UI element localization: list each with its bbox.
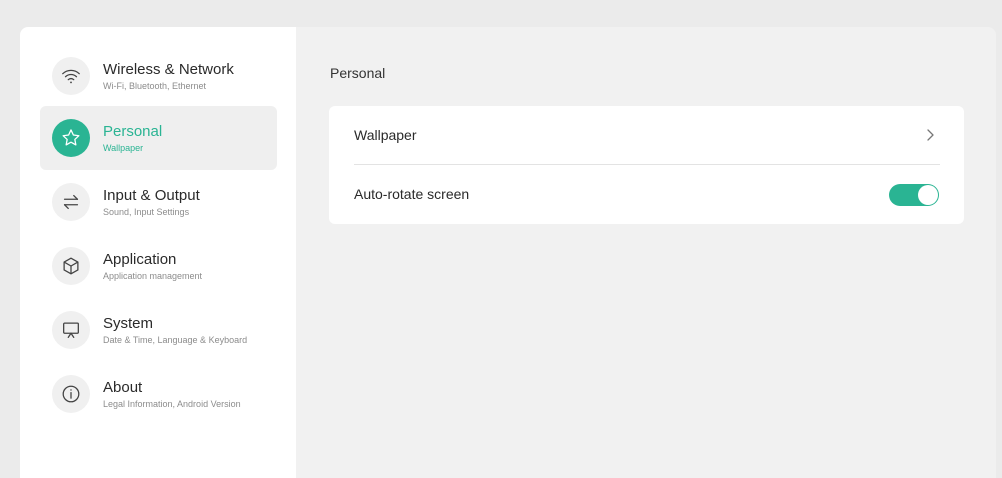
sidebar-item-subtitle: Wallpaper xyxy=(103,142,144,153)
sidebar-item-title: System xyxy=(103,314,154,332)
auto-rotate-label: Auto-rotate screen xyxy=(354,186,470,202)
sidebar-item-title: Wireless & Network xyxy=(103,60,234,78)
sidebar-item-title: Personal xyxy=(103,122,163,140)
sidebar-item-about[interactable]: About Legal Information, Android Version xyxy=(40,362,277,426)
info-icon xyxy=(52,375,90,413)
wallpaper-label: Wallpaper xyxy=(354,127,417,143)
cube-icon xyxy=(52,247,90,285)
sidebar-item-system[interactable]: System Date & Time, Language & Keyboard xyxy=(40,298,277,362)
presentation-board-icon xyxy=(52,311,90,349)
star-icon xyxy=(52,119,90,157)
sidebar-item-title: Input & Output xyxy=(103,186,200,204)
sidebar-item-title: Application xyxy=(103,250,177,268)
settings-card: Wallpaper Auto-rotate screen xyxy=(329,106,964,224)
sidebar-item-input-output[interactable]: Input & Output Sound, Input Settings xyxy=(40,170,277,234)
swap-arrows-icon xyxy=(52,183,90,221)
sidebar-item-subtitle: Legal Information, Android Version xyxy=(103,398,241,409)
sidebar-item-personal[interactable]: Personal Wallpaper xyxy=(40,106,277,170)
sidebar-item-subtitle: Application management xyxy=(103,270,203,281)
sidebar-item-subtitle: Wi-Fi, Bluetooth, Ethernet xyxy=(103,80,207,91)
auto-rotate-row[interactable]: Auto-rotate screen xyxy=(329,165,964,223)
sidebar-item-application[interactable]: Application Application management xyxy=(40,234,277,298)
toggle-knob xyxy=(918,185,938,205)
page-title: Personal xyxy=(330,65,386,81)
sidebar-item-subtitle: Date & Time, Language & Keyboard xyxy=(103,334,248,345)
wifi-icon xyxy=(52,57,90,95)
auto-rotate-toggle[interactable] xyxy=(889,184,939,206)
sidebar-item-wireless-network[interactable]: Wireless & Network Wi-Fi, Bluetooth, Eth… xyxy=(40,44,277,108)
settings-window: Wireless & Network Wi-Fi, Bluetooth, Eth… xyxy=(20,27,996,478)
main-content: Personal Wallpaper Auto-rotate screen xyxy=(296,27,996,478)
sidebar-item-title: About xyxy=(103,378,143,396)
sidebar: Wireless & Network Wi-Fi, Bluetooth, Eth… xyxy=(20,27,296,478)
wallpaper-row[interactable]: Wallpaper xyxy=(329,106,964,164)
chevron-right-icon xyxy=(927,129,934,141)
sidebar-item-subtitle: Sound, Input Settings xyxy=(103,206,190,217)
